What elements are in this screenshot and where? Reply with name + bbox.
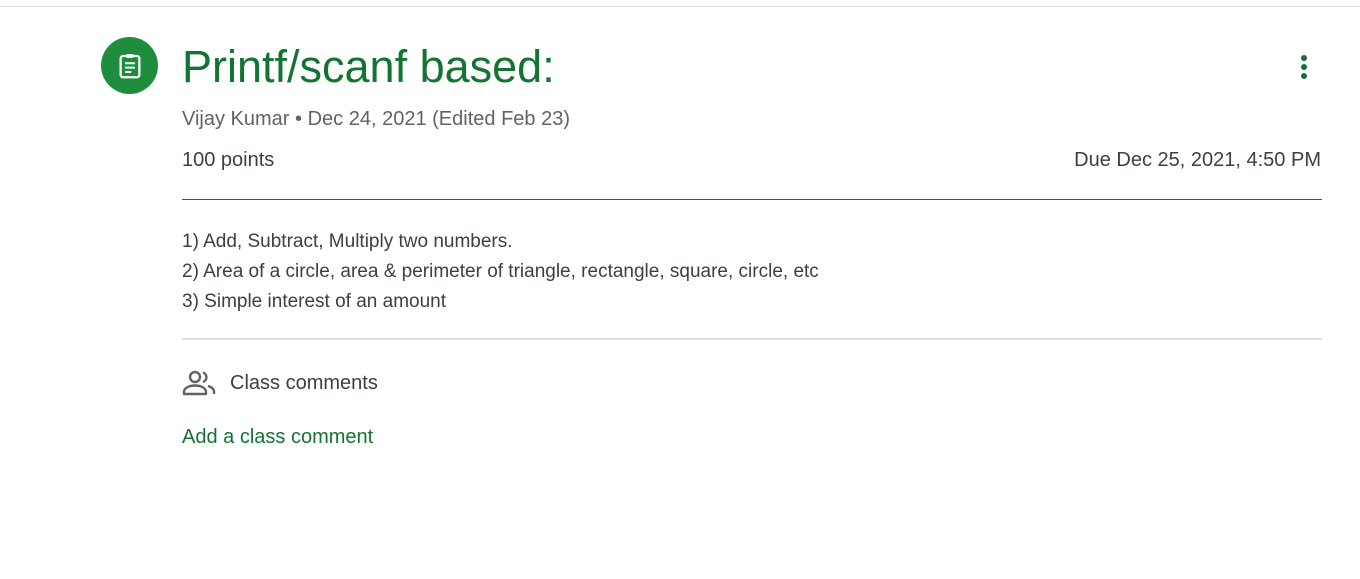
meta-separator: • bbox=[295, 108, 303, 130]
comments-divider bbox=[182, 338, 1322, 340]
instructions-body: 1) Add, Subtract, Multiply two numbers. … bbox=[182, 227, 819, 317]
people-icon bbox=[182, 369, 218, 397]
header-divider bbox=[182, 199, 1322, 200]
instruction-line: 2) Area of a circle, area & perimeter of… bbox=[182, 261, 819, 282]
assignment-meta: Vijay Kumar • Dec 24, 2021 (Edited Feb 2… bbox=[182, 107, 570, 131]
assignment-title: Printf/scanf based: bbox=[182, 41, 555, 92]
posted-date: Dec 24, 2021 bbox=[307, 108, 427, 130]
due-date: Due Dec 25, 2021, 4:50 PM bbox=[1074, 149, 1321, 171]
clipboard-icon bbox=[119, 53, 140, 78]
add-class-comment-link[interactable]: Add a class comment bbox=[182, 424, 373, 450]
top-divider bbox=[0, 6, 1360, 7]
edited-date: (Edited Feb 23) bbox=[432, 108, 570, 130]
more-options-button[interactable] bbox=[1284, 46, 1324, 88]
instruction-line: 3) Simple interest of an amount bbox=[182, 291, 447, 312]
more-vert-icon bbox=[1301, 55, 1307, 79]
class-comments-label: Class comments bbox=[230, 372, 378, 394]
author-name: Vijay Kumar bbox=[182, 108, 290, 130]
class-comments-header: Class comments bbox=[182, 369, 378, 397]
assignment-icon bbox=[101, 37, 158, 94]
points-label: 100 points bbox=[182, 149, 275, 171]
instruction-line: 1) Add, Subtract, Multiply two numbers. bbox=[182, 231, 513, 252]
